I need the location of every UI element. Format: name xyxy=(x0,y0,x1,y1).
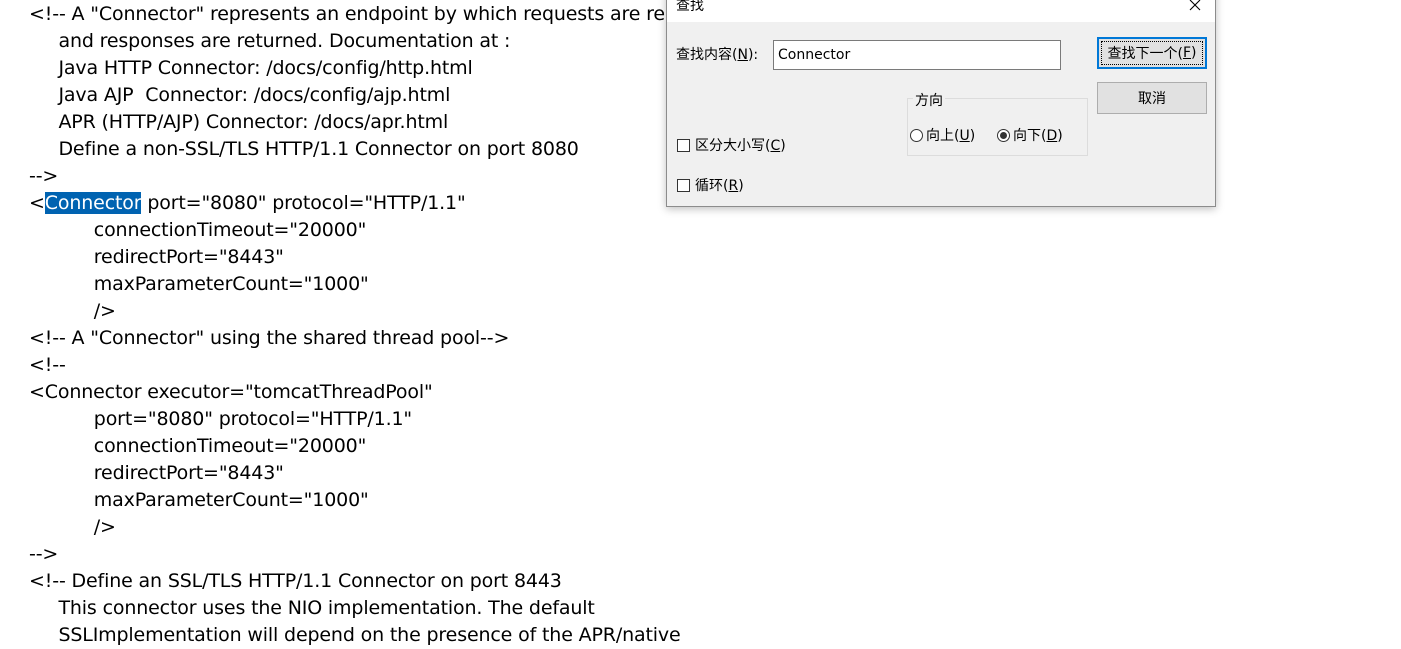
close-icon xyxy=(1189,0,1201,11)
direction-label: 方向 xyxy=(913,90,945,110)
up-radio-indicator xyxy=(910,128,923,142)
editor-line: <Connector executor="tomcatThreadPool" xyxy=(29,381,433,403)
editor-line: Java AJP Connector: /docs/config/ajp.htm… xyxy=(29,84,451,106)
search-match-highlight: Connector xyxy=(44,192,142,214)
close-button[interactable] xyxy=(1181,0,1209,17)
editor-line: /> xyxy=(29,300,116,322)
editor-line: <!-- xyxy=(29,354,66,376)
editor-line: --> xyxy=(29,165,59,187)
dialog-title: 查找 xyxy=(676,0,704,14)
editor-line: maxParameterCount="1000" xyxy=(29,489,369,511)
editor-line: --> xyxy=(29,543,59,565)
editor-line: redirectPort="8443" xyxy=(29,246,284,268)
editor-line: SSLImplementation will depend on the pre… xyxy=(29,624,681,646)
dialog-titlebar[interactable]: 查找 xyxy=(667,0,1215,22)
editor-line: APR (HTTP/AJP) Connector: /docs/apr.html xyxy=(29,111,449,133)
wrap-around-label: 循环(R) xyxy=(695,178,744,194)
wrap-around-box xyxy=(677,178,690,192)
direction-up-label: 向上(U) xyxy=(926,128,976,144)
find-dialog: 查找 查找内容(N): 查找下一个(F) 取消 方向 向上(U) 向下(D) 区… xyxy=(666,0,1216,207)
down-radio-indicator xyxy=(997,128,1010,142)
editor-line: <!-- A "Connector" using the shared thre… xyxy=(29,327,510,349)
direction-down-label: 向下(D) xyxy=(1013,128,1063,144)
match-case-checkbox[interactable]: 区分大小写(C) xyxy=(677,135,786,155)
match-case-label: 区分大小写(C) xyxy=(695,138,786,154)
wrap-around-checkbox[interactable]: 循环(R) xyxy=(677,175,744,195)
editor-line: port="8080" protocol="HTTP/1.1" xyxy=(29,408,413,430)
match-case-box xyxy=(677,138,690,152)
direction-down-radio[interactable]: 向下(D) xyxy=(997,125,1063,145)
find-next-button[interactable]: 查找下一个(F) xyxy=(1097,37,1207,69)
editor-line: <!-- Define an SSL/TLS HTTP/1.1 Connecto… xyxy=(29,570,562,592)
editor-line: This connector uses the NIO implementati… xyxy=(29,597,595,619)
editor-line: connectionTimeout="20000" xyxy=(29,219,367,241)
cancel-button[interactable]: 取消 xyxy=(1097,82,1207,114)
editor-line: <Connector port="8080" protocol="HTTP/1.… xyxy=(29,190,466,217)
editor-line: <!-- A "Connector" represents an endpoin… xyxy=(29,3,665,25)
editor-line: and responses are returned. Documentatio… xyxy=(29,30,511,52)
editor-line: maxParameterCount="1000" xyxy=(29,273,369,295)
editor-line: Define a non-SSL/TLS HTTP/1.1 Connector … xyxy=(29,138,579,160)
line-suffix: port="8080" protocol="HTTP/1.1" xyxy=(141,192,466,214)
find-what-input[interactable] xyxy=(773,40,1061,70)
editor-line: Java HTTP Connector: /docs/config/http.h… xyxy=(29,57,473,79)
editor-line: /> xyxy=(29,516,116,538)
direction-up-radio[interactable]: 向上(U) xyxy=(910,125,975,145)
editor-line: connectionTimeout="20000" xyxy=(29,435,367,457)
line-prefix: < xyxy=(29,192,45,214)
editor-line: redirectPort="8443" xyxy=(29,462,284,484)
find-what-label: 查找内容(N): xyxy=(676,47,759,63)
